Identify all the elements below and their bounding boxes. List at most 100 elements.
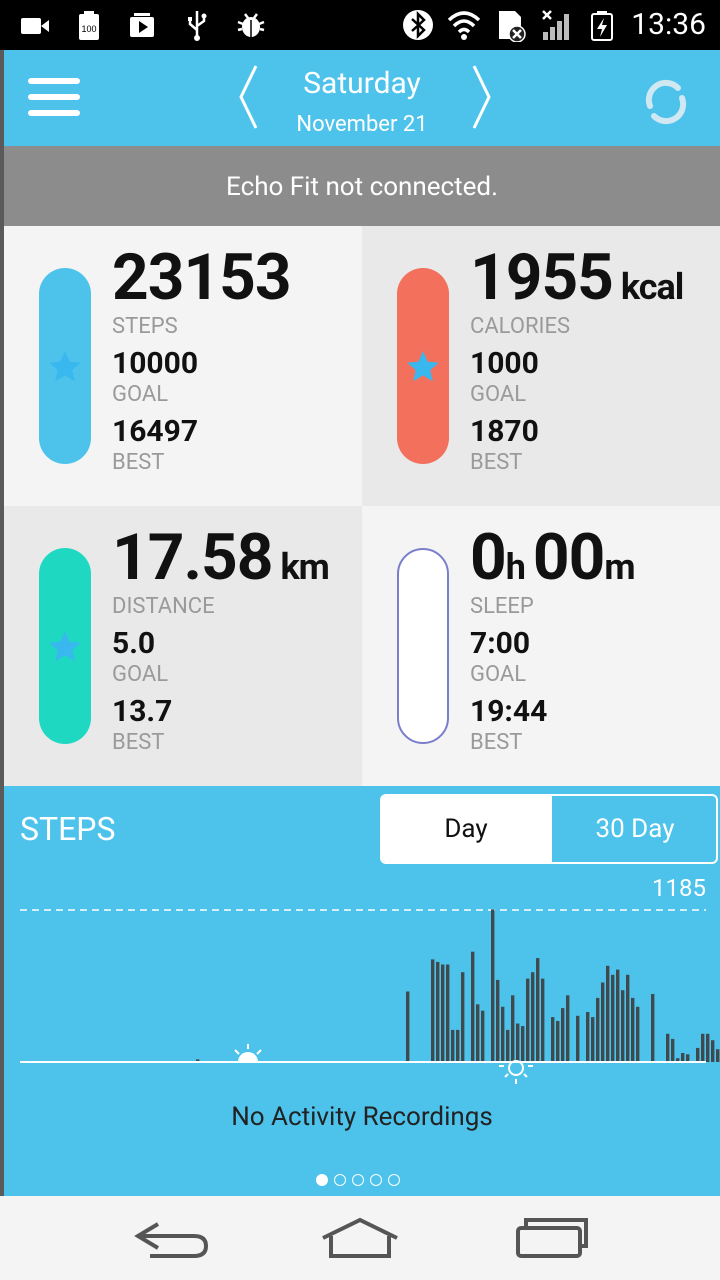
distance-best-label: BEST [112,730,165,755]
page-dot[interactable] [388,1174,400,1186]
steps-best-value: 16497 [112,414,199,449]
page-dot[interactable] [370,1174,382,1186]
steps-chart-panel[interactable]: STEPS Day 30 Day 1185 No Activity Record… [4,786,720,1196]
bug-icon [237,13,265,37]
sleep-tile[interactable]: 0h 00m SLEEP 7:00 GOAL 19:44 BEST [362,506,720,786]
chart-bar [476,1004,480,1062]
battery-100-icon: 100 [79,11,99,40]
steps-tile[interactable]: 23153 STEPS 10000 GOAL 16497 BEST [4,226,362,506]
chart-bar [526,978,530,1062]
calories-label: CALORIES [470,314,571,339]
distance-goal-label: GOAL [112,662,169,687]
page-dot[interactable] [334,1174,346,1186]
distance-best-value: 13.7 [112,694,173,729]
chart-bar [611,974,615,1062]
chart-bar [551,1017,555,1062]
chart-bar [406,991,410,1062]
page-dot[interactable] [352,1174,364,1186]
chart-bar [631,997,635,1062]
sleep-goal-label: GOAL [470,662,527,687]
calories-number: 1955 [470,240,614,315]
calories-tile[interactable]: 1955 kcal CALORIES 1000 GOAL 1870 BEST [362,226,720,506]
sync-button[interactable] [640,76,692,128]
chart-bars [196,909,720,1062]
chart-bar [706,1033,710,1062]
chart-bar [531,972,535,1062]
chart-bar [556,1021,560,1062]
recent-apps-icon[interactable] [506,1214,596,1262]
sim-error-icon [499,11,527,42]
chart-bar [696,1047,700,1062]
status-icons-right: 13:36 [401,4,706,46]
sleep-best-value: 19:44 [470,694,548,729]
back-icon[interactable] [128,1214,218,1262]
sunset-icon [499,1060,533,1084]
system-nav-bar [0,1196,720,1280]
chart-title: STEPS [20,810,116,848]
range-toggle: Day 30 Day [380,794,718,864]
usb-icon [188,11,207,41]
chart-bar [636,1006,640,1062]
sleep-value: 0h 00m [470,520,636,595]
chart-bar [596,997,600,1062]
chart-bar [716,1049,720,1062]
30-day-toggle-button[interactable]: 30 Day [550,796,716,862]
distance-tile[interactable]: 17.58 km DISTANCE 5.0 GOAL 13.7 BEST [4,506,362,786]
sleep-progress-bar [397,548,449,744]
steps-value: 23153 [112,240,292,315]
distance-value: 17.58 km [112,520,330,595]
chart-bar [491,909,495,1062]
chart-bar [446,964,450,1062]
steps-goal-label: GOAL [112,382,169,407]
chart-bar [451,1029,455,1062]
sleep-label: SLEEP [470,594,534,619]
chart-bar [671,1038,675,1062]
chart-bar [566,995,570,1062]
calories-value: 1955 kcal [470,240,684,315]
chart-bar [481,1010,485,1062]
steps-best-label: BEST [112,450,165,475]
chart-bar [576,1015,580,1062]
connection-status-banner: Echo Fit not connected. [4,146,720,226]
steps-label: STEPS [112,314,178,339]
chart-bar [506,1029,510,1062]
page-indicator [316,1174,400,1186]
chart-bar [461,972,465,1062]
page-dot[interactable] [316,1174,328,1186]
clock: 13:36 [631,7,706,42]
chart-bar [651,994,655,1062]
chart-bar [711,1040,715,1062]
calories-best-value: 1870 [470,414,539,449]
wifi-icon [448,11,481,40]
chart-bar [606,965,610,1062]
chart-bar [521,1026,525,1062]
chart-bar [511,995,515,1062]
chart-bar [626,974,630,1062]
chart-bar [686,1054,690,1062]
star-icon [49,351,81,382]
chart-bar [561,1008,565,1062]
chart-bar [586,1012,590,1062]
chart-bar [436,961,440,1062]
day-toggle-button[interactable]: Day [382,796,550,862]
sleep-hours: 0 [470,520,507,595]
home-icon[interactable] [315,1214,405,1262]
star-icon [407,351,439,382]
chart-bar [616,969,620,1062]
battery-charging-icon [591,11,614,41]
date-day-label: Saturday [303,66,421,101]
next-day-button[interactable] [470,62,494,132]
distance-number: 17.58 [112,520,273,595]
chart-bar [701,1033,705,1062]
chart-bar [541,978,545,1062]
sleep-hours-unit: h [505,546,526,588]
chart-bar [666,1033,670,1062]
date-label: November 21 [296,112,428,137]
calories-goal-label: GOAL [470,382,527,407]
svg-text:100: 100 [81,24,96,34]
status-bar: 100 13:36 [0,0,720,50]
sleep-minutes: 00 [532,520,605,595]
steps-bar-chart [20,909,720,1084]
chart-bar [681,1053,685,1062]
chart-bar [501,1006,505,1062]
